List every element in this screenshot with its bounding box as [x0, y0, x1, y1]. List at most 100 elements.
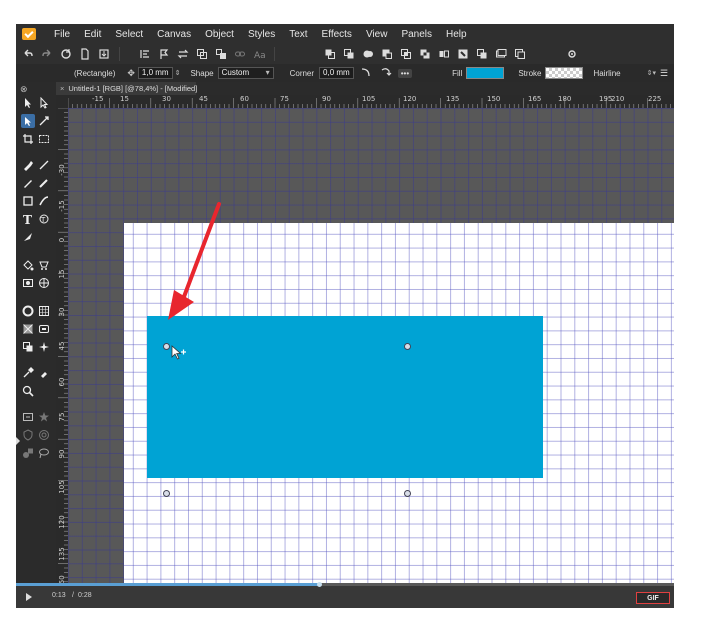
eyedropper-tool-icon[interactable] — [21, 366, 35, 380]
sparkle-tool-icon[interactable] — [37, 340, 51, 354]
play-button[interactable] — [26, 593, 32, 601]
corner-round-icon[interactable] — [360, 66, 372, 80]
flag-icon[interactable] — [157, 47, 171, 61]
panel-expand-arrow-icon[interactable] — [16, 437, 20, 445]
circle-tool-icon[interactable] — [21, 304, 35, 318]
shapes-tool-icon[interactable] — [21, 446, 35, 460]
boolean-subtract-icon[interactable] — [380, 47, 394, 61]
menu-edit[interactable]: Edit — [84, 29, 101, 40]
document-canvas[interactable] — [68, 108, 674, 586]
document-tab[interactable]: × Untitled-1 [RGB] [@78,4%] - [Modified] — [56, 82, 197, 95]
link-icon[interactable] — [233, 47, 247, 61]
handle-top-left[interactable] — [163, 343, 170, 350]
menu-file[interactable]: File — [54, 29, 70, 40]
pen-tool-icon[interactable] — [21, 158, 35, 172]
blend-tool-icon[interactable] — [21, 340, 35, 354]
redo-icon[interactable] — [40, 47, 54, 61]
move-icon[interactable]: ✥ — [127, 68, 135, 79]
brush-tool-icon[interactable] — [37, 176, 51, 190]
app-logo-icon[interactable] — [22, 28, 36, 40]
menu-text[interactable]: Text — [289, 29, 307, 40]
horizontal-ruler[interactable]: -15 15 30 45 60 75 90 105 120 135 150 16… — [68, 95, 674, 108]
calligraphy-tool-icon[interactable] — [37, 194, 51, 208]
import-icon[interactable] — [97, 47, 111, 61]
fill-tool-icon[interactable] — [21, 258, 35, 272]
image-tool-icon[interactable] — [21, 276, 35, 290]
text-tool-icon[interactable]: T — [21, 212, 35, 226]
line-tool-icon[interactable] — [37, 158, 51, 172]
vertical-ruler[interactable]: -30 -15 0 15 30 45 60 75 90 105 120 135 … — [56, 108, 68, 586]
stroke-color-swatch[interactable] — [545, 67, 584, 79]
node-tool-icon[interactable] — [21, 114, 35, 128]
preview-tool-icon[interactable] — [21, 410, 35, 424]
shield-tool-icon[interactable] — [21, 428, 35, 442]
boolean-intersect-icon[interactable] — [399, 47, 413, 61]
duplicate-icon[interactable] — [513, 47, 527, 61]
fill-color-swatch[interactable] — [466, 67, 505, 79]
frame-tool-icon[interactable] — [37, 322, 51, 336]
crop-tool-icon[interactable] — [21, 132, 35, 146]
menu-styles[interactable]: Styles — [248, 29, 275, 40]
lasso-tool-icon[interactable] — [37, 446, 51, 460]
transform-tool-icon[interactable] — [37, 114, 51, 128]
menu-effects[interactable]: Effects — [322, 29, 352, 40]
stroke-style-value[interactable]: Hairline — [593, 69, 620, 78]
corner-field[interactable]: 0,0 mm — [319, 67, 354, 79]
corner-rotate-icon[interactable] — [380, 66, 392, 80]
refresh-icon[interactable] — [59, 47, 73, 61]
arrange-front-icon[interactable] — [323, 47, 337, 61]
text-path-tool-icon[interactable]: T — [37, 212, 51, 226]
new-document-icon[interactable] — [78, 47, 92, 61]
menu-help[interactable]: Help — [446, 29, 467, 40]
distribute-icon[interactable] — [437, 47, 451, 61]
stroke-width-field[interactable]: 1,0 mm — [137, 67, 173, 79]
undo-icon[interactable] — [21, 47, 35, 61]
panel-close-icon[interactable]: ⊗ — [20, 84, 28, 95]
stroke-settings-icon[interactable]: ☰ — [660, 68, 668, 79]
pointer-tool-icon[interactable] — [21, 96, 35, 110]
pencil-tool-icon[interactable] — [21, 176, 35, 190]
color-picker-icon[interactable] — [37, 366, 51, 380]
rectangle-tool-icon[interactable] — [21, 194, 35, 208]
group-icon[interactable] — [195, 47, 209, 61]
menu-panels[interactable]: Panels — [401, 29, 432, 40]
settings-icon[interactable] — [565, 47, 579, 61]
swap-icon[interactable] — [176, 47, 190, 61]
mask-icon[interactable] — [456, 47, 470, 61]
layer-stack-icon[interactable] — [494, 47, 508, 61]
video-progress-knob[interactable] — [316, 582, 322, 587]
zoom-tool-icon[interactable] — [21, 384, 35, 398]
tab-close-icon[interactable]: × — [60, 84, 64, 93]
more-options-button[interactable]: ••• — [397, 68, 413, 78]
menu-object[interactable]: Object — [205, 29, 234, 40]
marquee-tool-icon[interactable] — [37, 132, 51, 146]
video-progress-track[interactable] — [16, 582, 674, 587]
gradient-tool-icon[interactable] — [37, 258, 51, 272]
boolean-union-icon[interactable] — [361, 47, 375, 61]
menu-select[interactable]: Select — [115, 29, 143, 40]
knife-tool-icon[interactable] — [21, 230, 35, 244]
pattern-tool-icon[interactable] — [21, 322, 35, 336]
globe-tool-icon[interactable] — [37, 276, 51, 290]
handle-top-middle[interactable] — [404, 343, 411, 350]
text-style-icon[interactable]: Aa — [252, 47, 266, 61]
handle-bottom-left[interactable] — [163, 490, 170, 497]
menu-canvas[interactable]: Canvas — [157, 29, 191, 40]
stroke-style-dropdown[interactable]: ⇕▾ — [647, 69, 656, 77]
texture-tool-icon[interactable] — [37, 304, 51, 318]
boolean-exclude-icon[interactable] — [418, 47, 432, 61]
spiral-tool-icon[interactable] — [37, 428, 51, 442]
ruler-origin[interactable] — [56, 95, 68, 108]
align-left-icon[interactable] — [138, 47, 152, 61]
ungroup-icon[interactable] — [214, 47, 228, 61]
star-tool-icon[interactable] — [37, 410, 51, 424]
clip-icon[interactable] — [475, 47, 489, 61]
selected-rectangle[interactable] — [147, 316, 543, 478]
arrange-forward-icon[interactable] — [342, 47, 356, 61]
handle-bottom-middle[interactable] — [404, 490, 411, 497]
menu-view[interactable]: View — [366, 29, 388, 40]
subselect-tool-icon[interactable] — [37, 96, 51, 110]
stroke-width-stepper[interactable]: ⇕ — [175, 69, 181, 77]
gif-button[interactable]: GIF — [636, 592, 670, 604]
shape-select[interactable]: Custom — [217, 67, 274, 79]
